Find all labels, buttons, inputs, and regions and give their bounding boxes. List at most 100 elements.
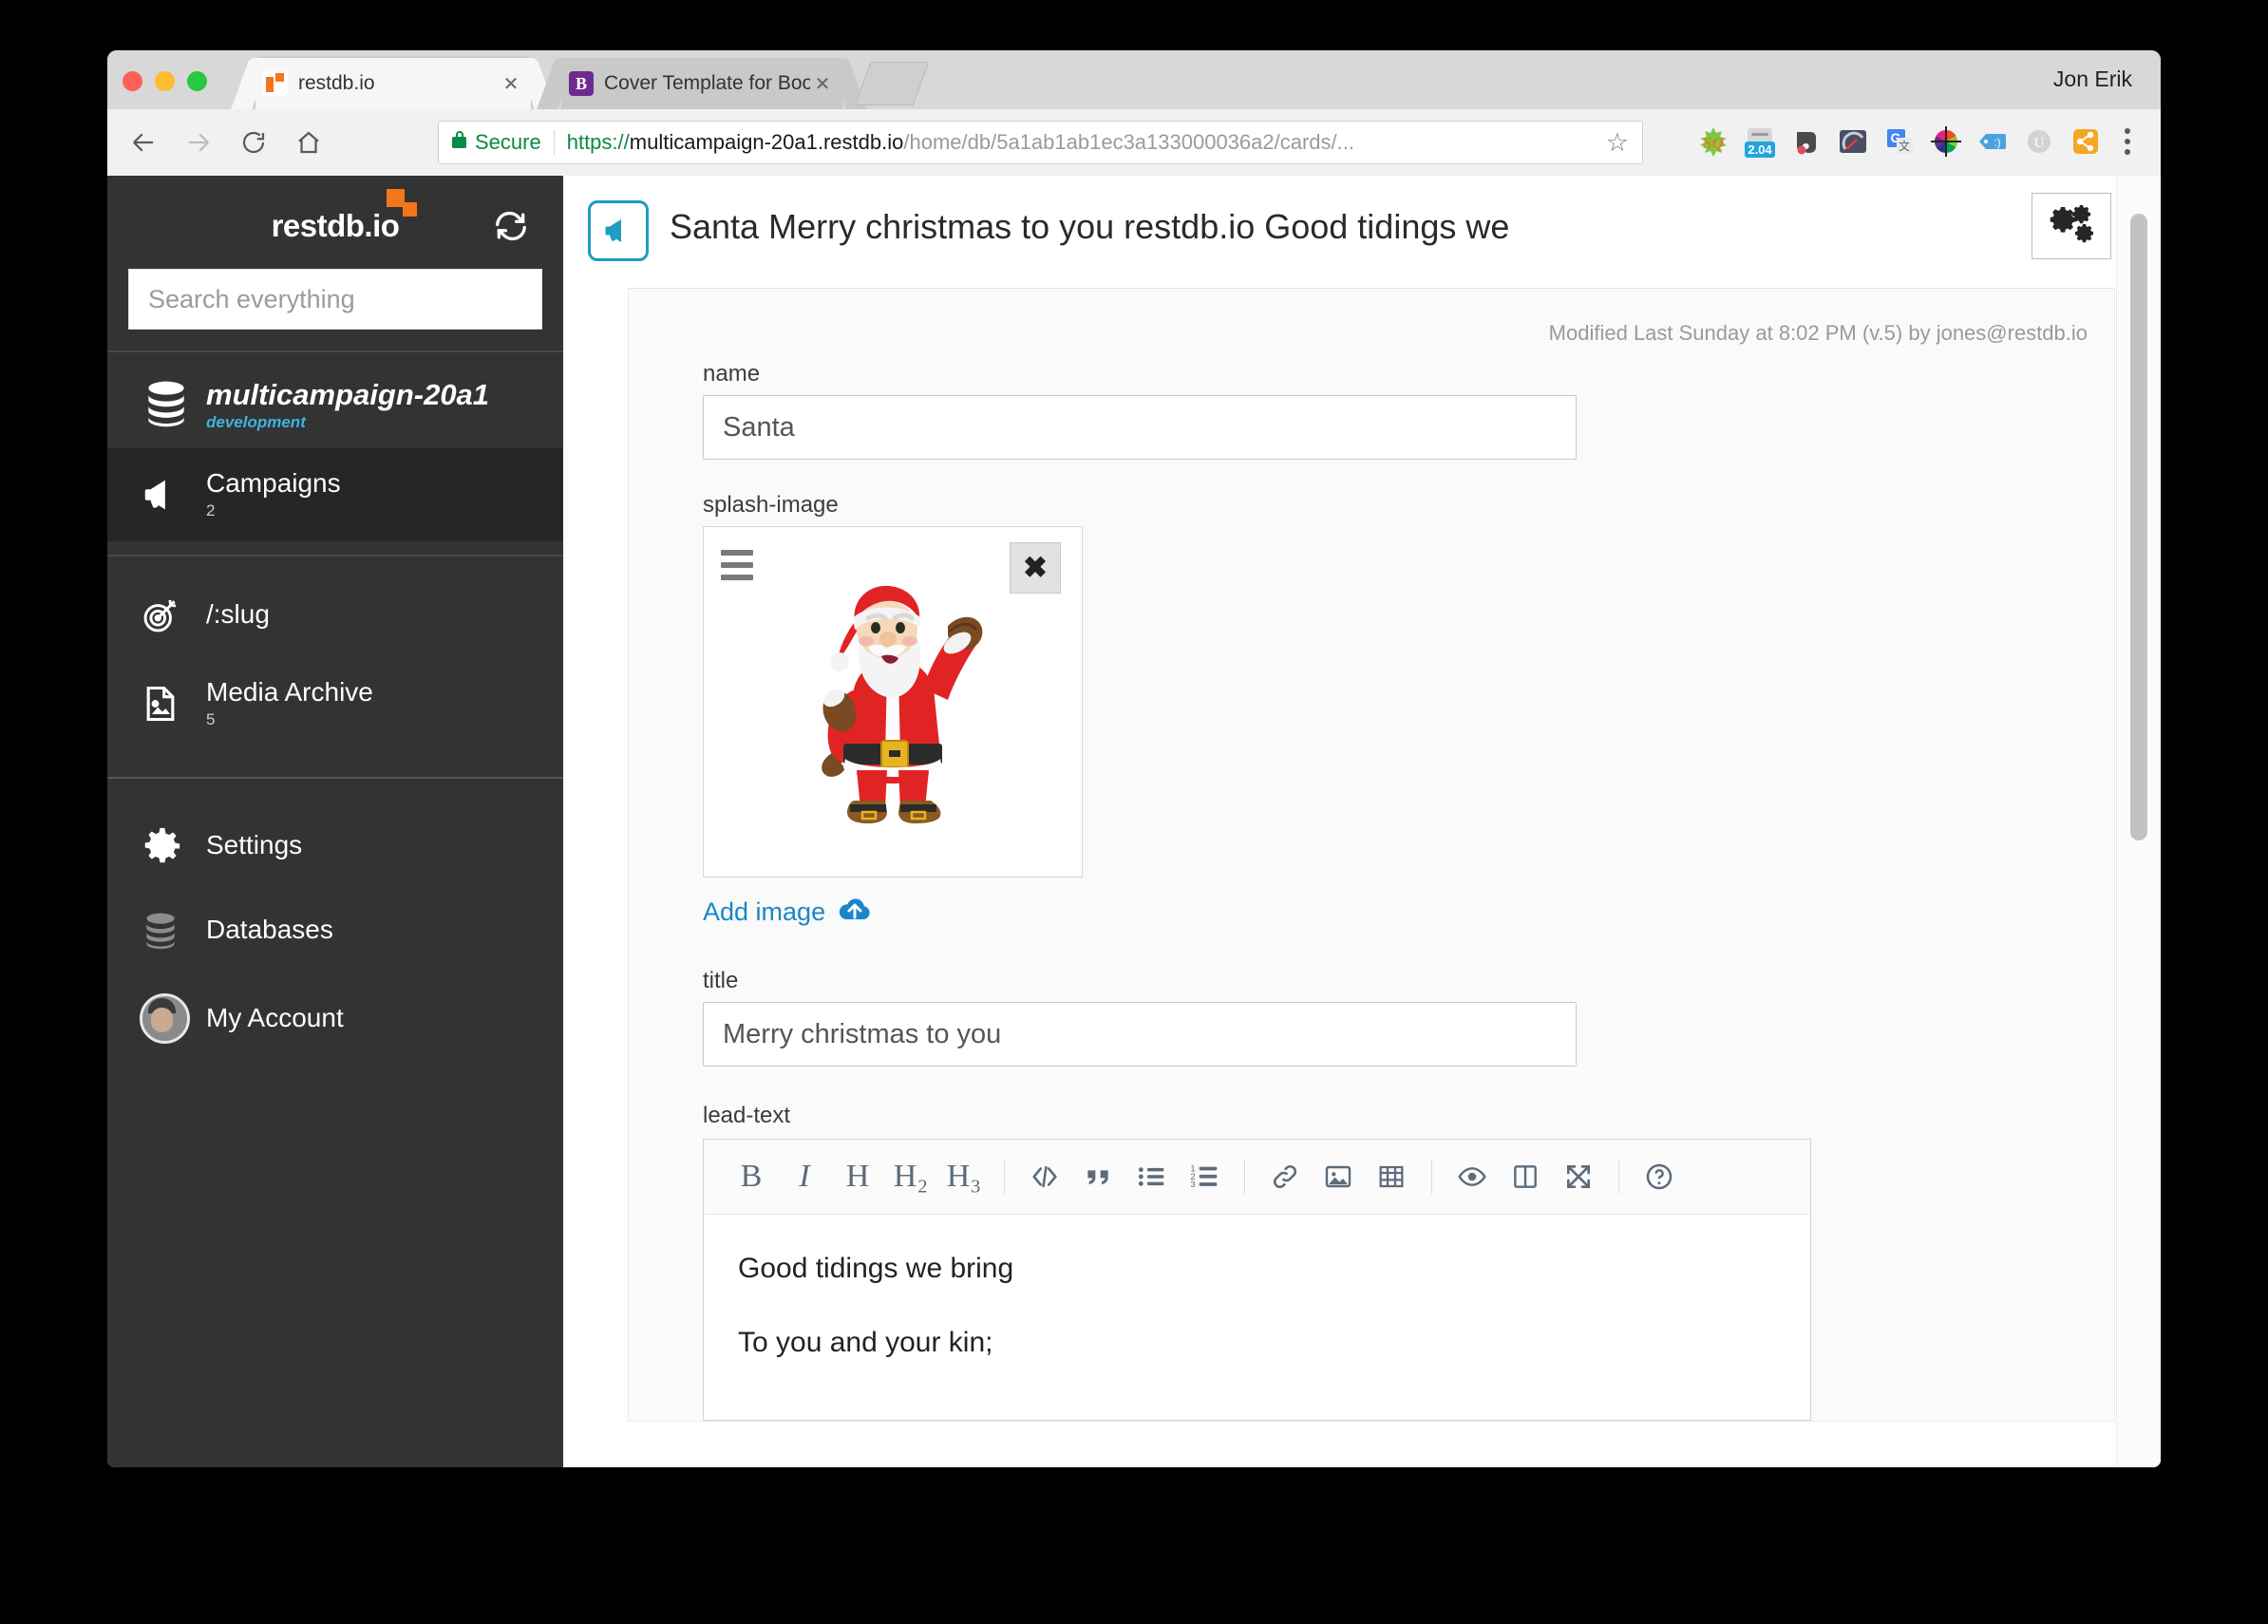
u-circle-icon[interactable]: U [2018, 121, 2060, 162]
sidebar-top: restdb.io [107, 176, 563, 352]
svg-text:U: U [2034, 136, 2045, 151]
sidebar-item-databases[interactable]: Databases [107, 889, 563, 973]
new-tab-button[interactable] [854, 62, 930, 105]
sidebar-bottom-section: Settings Databases My Account [107, 779, 563, 1065]
toolbar-divider [1244, 1160, 1245, 1194]
maximize-window-button[interactable] [187, 71, 207, 91]
fullscreen-button[interactable] [1552, 1150, 1605, 1203]
avatar-icon [140, 992, 190, 1044]
address-bar[interactable]: Secure https://multicampaign-20a1.restdb… [438, 121, 1643, 164]
speedometer-icon[interactable] [1832, 121, 1874, 162]
refresh-icon[interactable] [493, 208, 529, 244]
tag-smiley-icon[interactable]: :) [1972, 121, 2013, 162]
side-by-side-button[interactable] [1499, 1150, 1552, 1203]
sidebar-item-label: Settings [206, 830, 303, 860]
add-image-link[interactable]: Add image [703, 897, 2040, 928]
field-splash-image: splash-image ✖ Add image [629, 492, 2114, 928]
sidebar-database[interactable]: multicampaign-20a1 development [107, 352, 563, 448]
url-text: https://multicampaign-20a1.restdb.io/hom… [567, 130, 1629, 155]
record-form-panel: Modified Last Sunday at 8:02 PM (v.5) by… [628, 288, 2115, 1422]
main-content: Santa Merry christmas to you restdb.io G… [563, 176, 2161, 1467]
quote-button[interactable] [1071, 1150, 1125, 1203]
link-button[interactable] [1258, 1150, 1312, 1203]
search-input[interactable] [146, 283, 524, 315]
editor-content[interactable]: Good tidings we bring To you and your ki… [704, 1215, 1810, 1420]
browser-menu-icon[interactable] [2111, 121, 2144, 162]
sq-icon[interactable]: SQ [1692, 121, 1734, 162]
toolbar-divider [1618, 1160, 1619, 1194]
tab-title: restdb.io [298, 72, 375, 94]
heading-2-button[interactable]: H₂ [884, 1150, 937, 1203]
sidebar-item-my-account[interactable]: My Account [107, 973, 563, 1065]
heading-1-button[interactable]: H [831, 1150, 884, 1203]
url-path: /home/db/5a1ab1ab1ec3a133000036a2/cards/… [903, 130, 1354, 154]
search-everything-field[interactable] [128, 269, 542, 330]
insert-table-button[interactable] [1365, 1150, 1418, 1203]
sidebar-brand[interactable]: restdb.io [107, 189, 563, 255]
sidebar: restdb.io Search everything multicampaig… [107, 176, 563, 1467]
app-page: restdb.io Search everything multicampaig… [107, 176, 2161, 1467]
hamburger-handle-icon[interactable] [721, 550, 753, 587]
bookmark-star-icon[interactable]: ☆ [1606, 128, 1629, 158]
sidebar-item-settings[interactable]: Settings [107, 803, 563, 889]
image-file-icon [140, 683, 198, 725]
name-input[interactable]: Santa [703, 395, 1577, 460]
extension-bar: SQ 2.04 G 文:) U [1692, 121, 2144, 162]
logo-dot-large [387, 189, 406, 207]
google-translate-icon[interactable]: G 文 [1879, 121, 1920, 162]
code-button[interactable] [1018, 1150, 1071, 1203]
sidebar-item-label: Databases [206, 915, 333, 945]
scrollbar-thumb[interactable] [2130, 214, 2147, 840]
tab-restdb[interactable]: restdb.io ✕ [255, 58, 531, 109]
santa-image [781, 576, 1005, 838]
tab-close-icon[interactable]: ✕ [499, 72, 523, 96]
heading-3-button[interactable]: H₃ [937, 1150, 991, 1203]
minimize-window-button[interactable] [155, 71, 175, 91]
omnibox-divider [553, 130, 555, 155]
settings-button[interactable] [2032, 193, 2111, 259]
reload-icon[interactable] [235, 123, 273, 161]
title-input[interactable]: Merry christmas to you [703, 1002, 1577, 1067]
remove-image-button[interactable]: ✖ [1010, 542, 1061, 594]
modified-info: Modified Last Sunday at 8:02 PM (v.5) by… [1548, 321, 2088, 345]
sidebar-item-slug[interactable]: /:slug [107, 574, 563, 657]
field-name: name Santa [629, 361, 2114, 460]
database-icon [140, 377, 198, 435]
svg-text:SQ: SQ [1703, 134, 1724, 152]
sidebar-item-media-archive[interactable]: Media Archive 5 [107, 657, 563, 750]
home-icon[interactable] [290, 123, 328, 161]
toolbar-divider [1004, 1160, 1005, 1194]
add-image-label: Add image [703, 897, 826, 926]
insert-image-button[interactable] [1312, 1150, 1365, 1203]
browser-toolbar: Secure https://multicampaign-20a1.restdb… [107, 109, 2161, 177]
sidebar-item-label: /:slug [206, 599, 270, 630]
bold-button[interactable]: B [725, 1150, 778, 1203]
italic-button[interactable]: I [778, 1150, 831, 1203]
sidebar-item-label: My Account [206, 1002, 344, 1032]
sidebar-item-count: 5 [206, 709, 216, 728]
gear-icon [140, 824, 198, 868]
lock-icon [452, 131, 466, 148]
tab-close-icon[interactable]: ✕ [810, 72, 835, 96]
numbered-list-button[interactable]: 1 2 3 [1178, 1150, 1231, 1203]
svg-text:2.04: 2.04 [1748, 142, 1772, 157]
help-button[interactable] [1633, 1150, 1686, 1203]
sidebar-item-campaigns[interactable]: Campaigns 2 [107, 448, 563, 541]
close-window-button[interactable] [123, 71, 142, 91]
scrollbar-track[interactable] [2116, 176, 2161, 1467]
toolbar-divider [1431, 1160, 1432, 1194]
badge-204-icon[interactable]: 2.04 [1739, 121, 1781, 162]
gears-icon [2050, 204, 2094, 248]
svg-text::): :) [1994, 136, 2000, 149]
bullet-list-button[interactable] [1125, 1150, 1178, 1203]
forward-icon [180, 123, 217, 161]
secure-label: Secure [475, 130, 541, 154]
back-icon[interactable] [124, 123, 162, 161]
cloud-upload-icon [839, 897, 871, 928]
tab-bootstrap[interactable]: B Cover Template for Bootstrap ✕ [561, 58, 842, 109]
preview-button[interactable] [1446, 1150, 1499, 1203]
image-thumbnail-card[interactable]: ✖ [703, 526, 1083, 878]
share-nodes-icon[interactable] [2065, 121, 2107, 162]
color-wheel-icon[interactable] [1925, 121, 1967, 162]
evernote-icon[interactable] [1786, 121, 1827, 162]
